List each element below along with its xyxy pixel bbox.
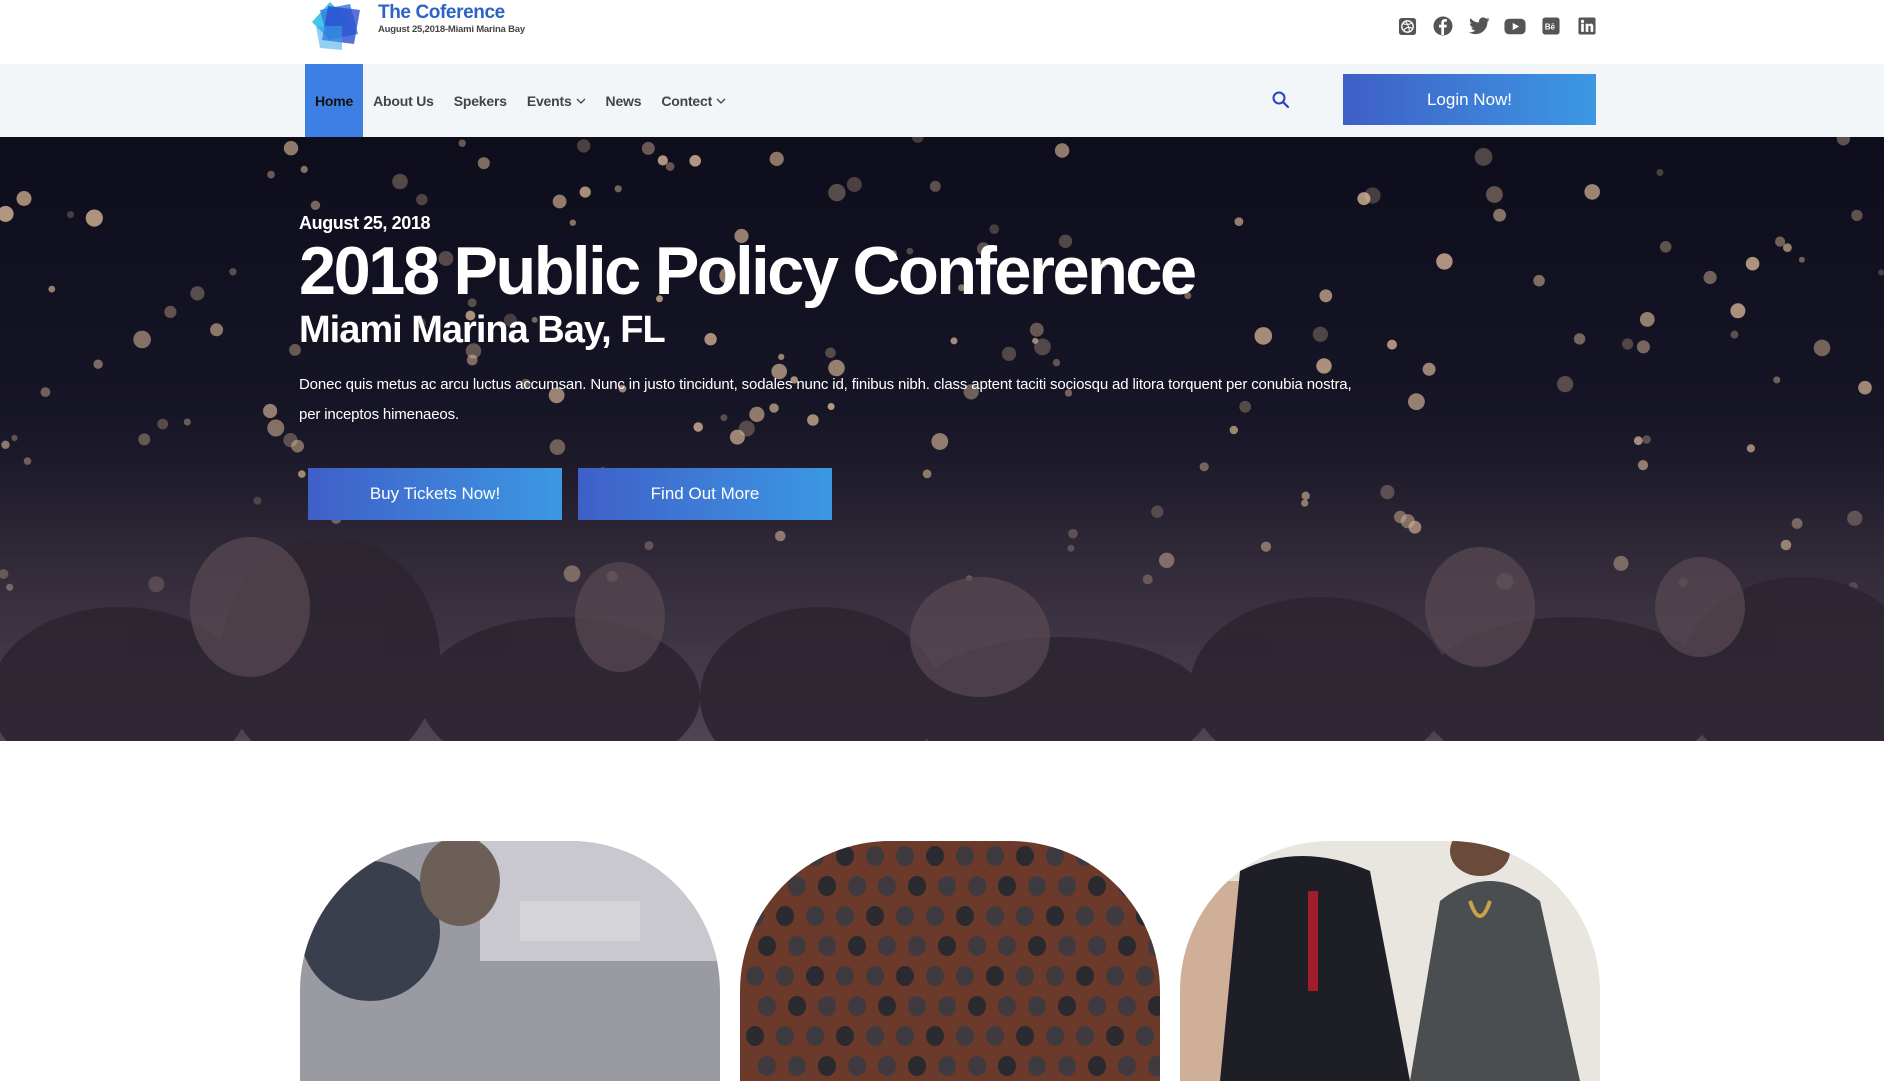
nav-label: About Us: [373, 92, 434, 109]
event-date: August 25, 2018: [299, 213, 431, 233]
hero-actions: Buy Tickets Now! Find Out More: [308, 468, 832, 520]
chevron-down-icon: [576, 98, 586, 104]
nav-item-news[interactable]: News: [596, 64, 652, 137]
facebook-icon[interactable]: [1432, 15, 1454, 37]
social-links: Bē: [1396, 15, 1598, 37]
chevron-down-icon: [716, 98, 726, 104]
nav-item-home[interactable]: Home: [305, 64, 364, 137]
event-location: Miami Marina Bay, FL: [299, 309, 666, 351]
event-description: Donec quis metus ac arcu luctus accumsan…: [299, 376, 1352, 423]
login-button[interactable]: Login Now!: [1343, 74, 1596, 125]
nav-label: Spekers: [453, 92, 507, 109]
twitter-icon[interactable]: [1468, 15, 1490, 37]
feature-card-image[interactable]: [1180, 841, 1600, 1081]
hero-content: August 25, 2018 2018 Public Policy Confe…: [299, 213, 1379, 430]
hero-banner: August 25, 2018 2018 Public Policy Confe…: [0, 137, 1884, 741]
buy-tickets-button[interactable]: Buy Tickets Now!: [308, 468, 562, 520]
nav-item-contact[interactable]: Contect: [651, 64, 736, 137]
feature-card-image[interactable]: [300, 841, 720, 1081]
linkedin-icon[interactable]: [1576, 15, 1598, 37]
main-navigation: Home About Us Spekers Events News Contec…: [0, 64, 1884, 137]
nav-label: Home: [315, 92, 354, 109]
brand-subtitle: August 25,2018-Miami Marina Bay: [378, 24, 525, 35]
svg-text:Bē: Bē: [1545, 23, 1556, 32]
youtube-icon[interactable]: [1504, 15, 1526, 37]
people-working-image: [300, 841, 720, 1081]
nav-label: Events: [526, 92, 572, 109]
event-title: 2018 Public Policy Conference: [299, 233, 1197, 309]
nav-item-events[interactable]: Events: [517, 64, 596, 137]
feature-cards: [0, 841, 1884, 1081]
brand-title: The Coference: [378, 2, 505, 23]
feature-card-image[interactable]: [740, 841, 1160, 1081]
logo-cube-icon: [312, 2, 360, 50]
audience-image: [740, 841, 1160, 1081]
nav-item-about-us[interactable]: About Us: [363, 64, 444, 137]
nav-item-speakers[interactable]: Spekers: [444, 64, 517, 137]
find-out-more-button[interactable]: Find Out More: [578, 468, 832, 520]
behance-icon[interactable]: Bē: [1540, 15, 1562, 37]
nav-label: Contect: [661, 92, 713, 109]
business-people-image: [1180, 841, 1600, 1081]
top-bar: The Coference August 25,2018-Miami Marin…: [0, 0, 1884, 64]
dribbble-icon[interactable]: [1396, 15, 1418, 37]
nav-menu: Home About Us Spekers Events News Contec…: [305, 64, 736, 137]
search-icon[interactable]: [1271, 90, 1293, 112]
brand-logo[interactable]: The Coference August 25,2018-Miami Marin…: [308, 0, 525, 56]
nav-label: News: [605, 92, 642, 109]
